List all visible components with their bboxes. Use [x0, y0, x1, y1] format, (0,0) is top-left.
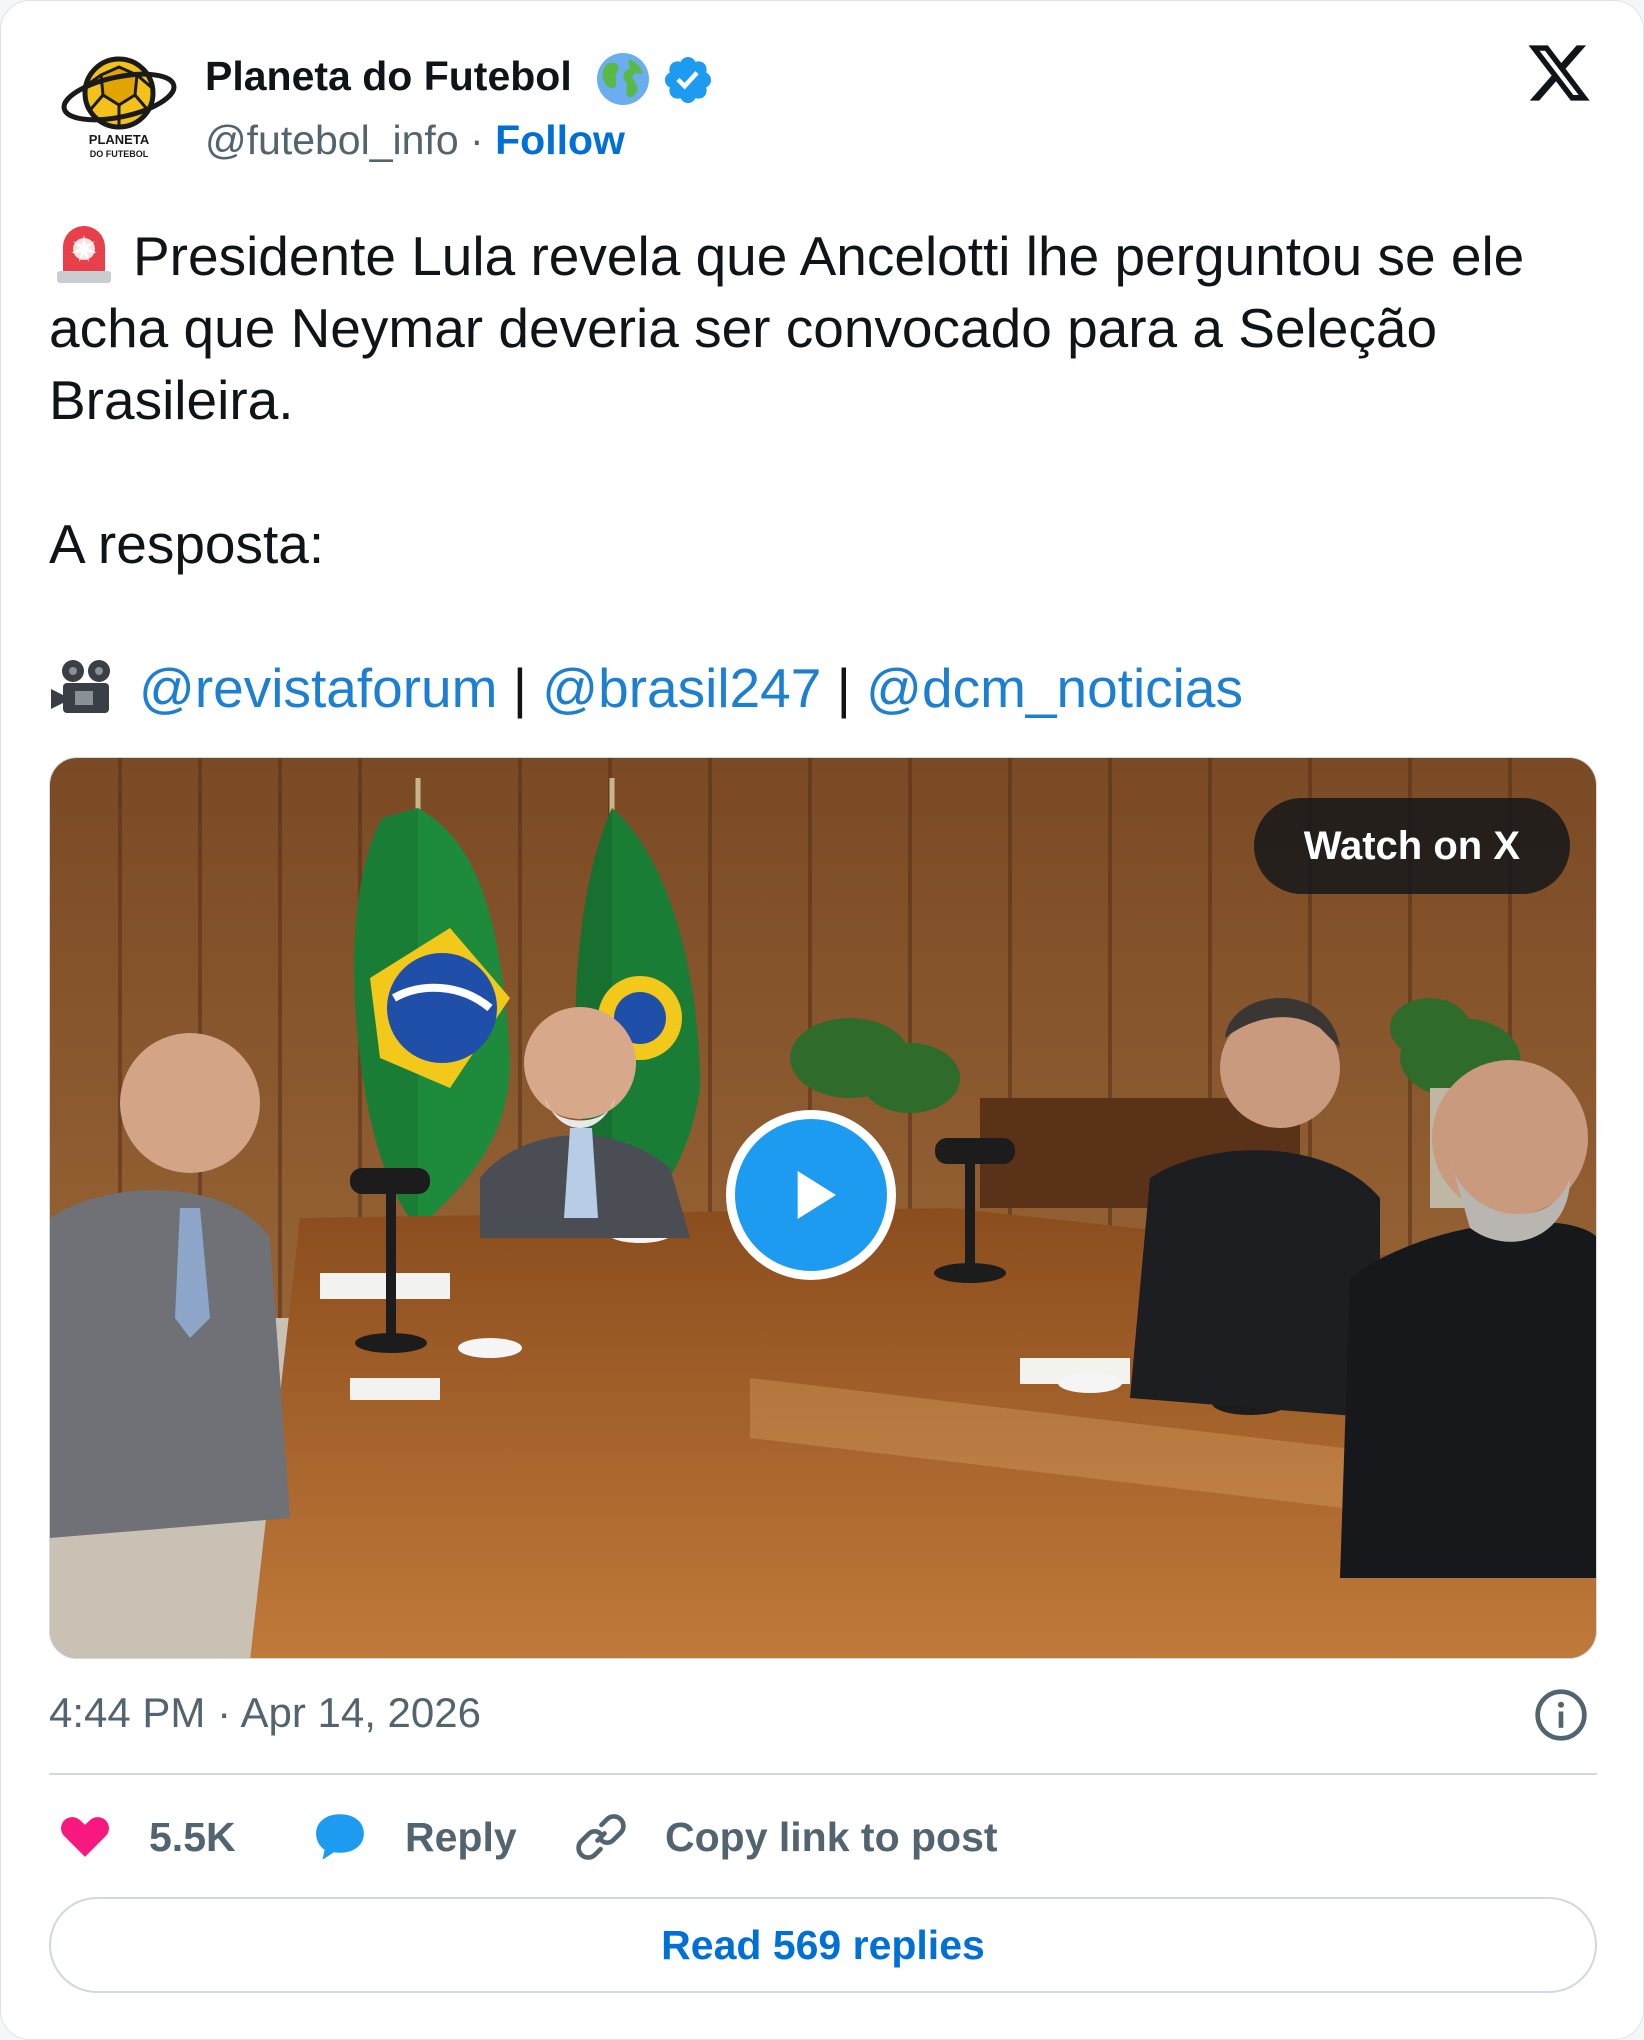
tweet-text: Presidente Lula revela que Ancelotti lhe…: [49, 217, 1609, 724]
like-count: 5.5K: [149, 1813, 236, 1860]
mention-link[interactable]: @dcm_noticias: [866, 657, 1243, 719]
play-icon: [797, 1171, 836, 1219]
watch-on-x-button[interactable]: Watch on X: [1253, 798, 1570, 894]
mention-link[interactable]: @revistaforum: [139, 657, 497, 719]
tweet-paragraph-2: A resposta:: [49, 513, 325, 575]
play-button[interactable]: [726, 1110, 896, 1280]
svg-text:DO FUTEBOL: DO FUTEBOL: [90, 149, 149, 159]
divider: [49, 1773, 1597, 1775]
timestamp-separator: ·: [217, 1689, 232, 1736]
tweet-paragraph-1: Presidente Lula revela que Ancelotti lhe…: [49, 217, 1609, 436]
heart-icon: [61, 1817, 109, 1857]
movie-camera-emoji-icon: [51, 660, 110, 713]
reply-label: Reply: [405, 1813, 517, 1860]
mention-separator: |: [821, 657, 867, 719]
tweet-card: PLANETA DO FUTEBOL Planeta do Futebol @f…: [0, 0, 1644, 2040]
planeta-do-futebol-logo: PLANETA DO FUTEBOL: [57, 45, 181, 169]
link-icon: [576, 1814, 626, 1860]
copy-link-button[interactable]: Copy link to post: [573, 1801, 998, 1873]
handle-separator: ·: [470, 117, 484, 163]
svg-text:PLANETA: PLANETA: [89, 132, 150, 147]
post-timestamp[interactable]: 4:44 PM · Apr 14, 2026: [49, 1689, 481, 1737]
tweet-paragraph-3: @revistaforum | @brasil247 | @dcm_notici…: [49, 652, 1609, 724]
like-button[interactable]: 5.5K: [57, 1801, 236, 1873]
copy-link-label: Copy link to post: [665, 1813, 998, 1860]
x-logo-icon[interactable]: [1525, 39, 1593, 107]
reply-bubble-icon: [316, 1814, 364, 1860]
author-name[interactable]: Planeta do Futebol: [205, 53, 572, 100]
info-icon[interactable]: [1533, 1687, 1589, 1743]
author-handle-row: @futebol_info · Follow: [205, 117, 625, 164]
author-handle[interactable]: @futebol_info: [205, 117, 459, 163]
globe-icon: [597, 53, 649, 105]
read-replies-button[interactable]: Read 569 replies: [49, 1897, 1597, 1993]
siren-emoji-icon: [57, 226, 111, 283]
reply-button[interactable]: Reply: [311, 1801, 517, 1873]
mention-separator: |: [497, 657, 543, 719]
post-time: 4:44 PM: [49, 1689, 206, 1736]
follow-link[interactable]: Follow: [495, 117, 625, 163]
mention-link[interactable]: @brasil247: [542, 657, 821, 719]
video-player[interactable]: Watch on X: [49, 757, 1597, 1659]
verified-badge-icon: [664, 56, 712, 104]
post-date: Apr 14, 2026: [240, 1689, 481, 1736]
tweet-line-1: Presidente Lula revela que Ancelotti lhe…: [49, 225, 1525, 431]
author-avatar[interactable]: PLANETA DO FUTEBOL: [57, 45, 181, 169]
